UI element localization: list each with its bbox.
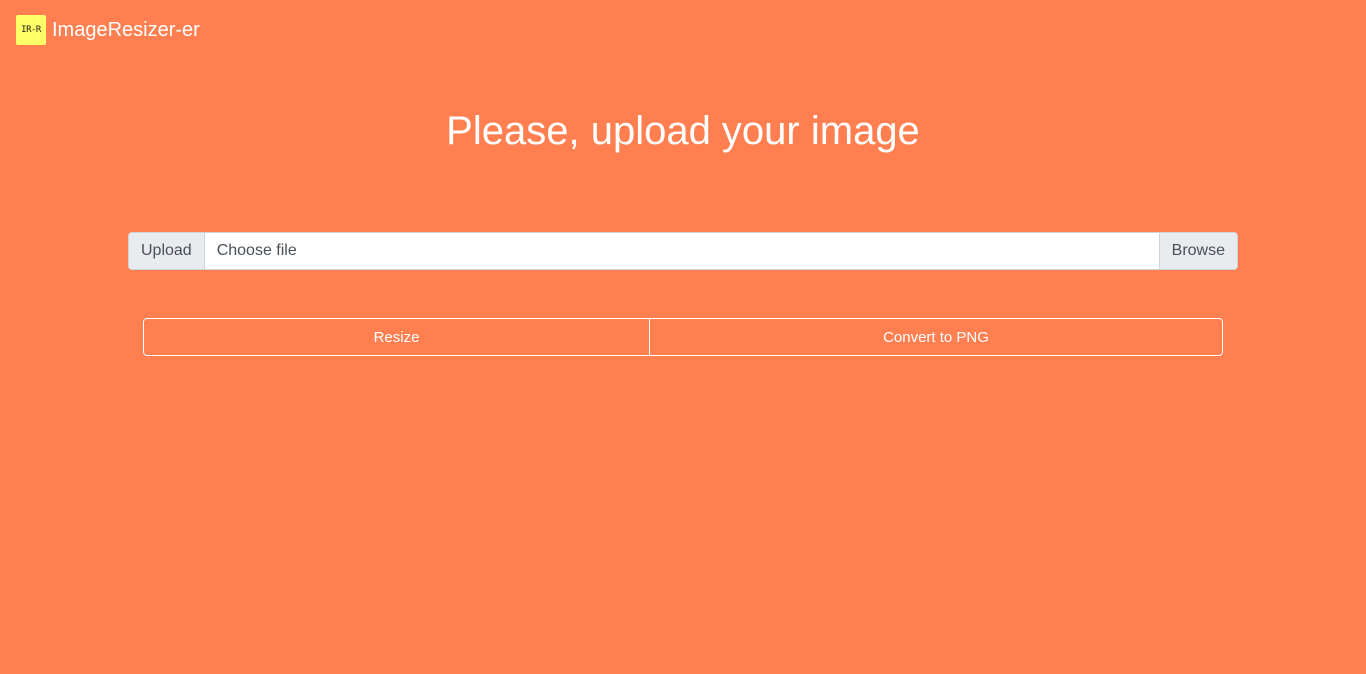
page-title: Please, upload your image [446,109,920,153]
action-button-group: Resize Convert to PNG [143,318,1223,356]
convert-to-png-button[interactable]: Convert to PNG [650,319,1222,355]
upload-input-group: Upload Choose file Browse [128,232,1238,270]
browse-button[interactable]: Browse [1158,233,1237,269]
resize-button[interactable]: Resize [144,319,650,355]
file-input[interactable]: Choose file [205,233,1159,269]
navbar: IR-R ImageResizer-er [16,15,200,45]
app-logo-text: IR-R [21,25,41,35]
app-brand[interactable]: ImageResizer-er [52,15,200,45]
app-logo[interactable]: IR-R [16,15,46,45]
upload-prepend-label: Upload [129,233,205,269]
